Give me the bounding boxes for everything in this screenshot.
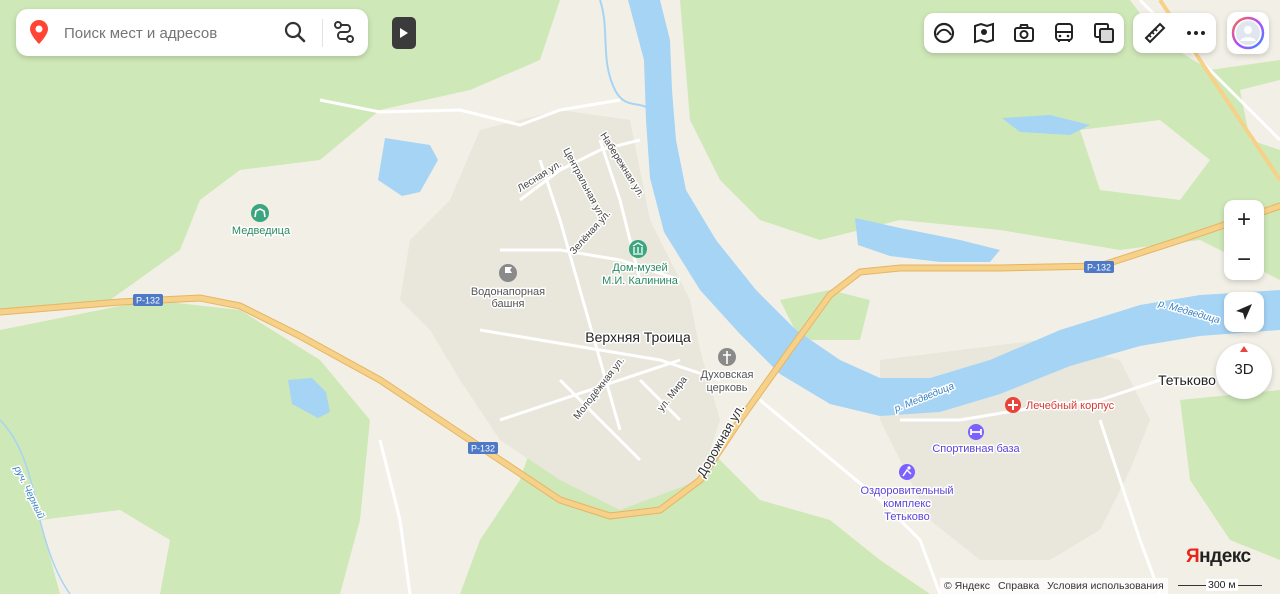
- poi-label-line2: комплекс: [883, 498, 931, 510]
- scale-bar: 300 м: [1178, 578, 1268, 594]
- poi-label-line1: Дом-музей: [612, 262, 667, 274]
- poi-label-line1: Духовская: [700, 369, 753, 381]
- search-icon[interactable]: [284, 21, 306, 43]
- tools-toolbar: [1133, 13, 1216, 53]
- layer-toolbar: [924, 13, 1124, 53]
- svg-text:Р-132: Р-132: [471, 444, 495, 454]
- swimmer-icon: [899, 464, 915, 480]
- map-footer: © Яндекс Справка Условия использования: [940, 578, 1168, 594]
- layers-icon[interactable]: [1092, 21, 1116, 45]
- locate-me-button[interactable]: [1224, 292, 1264, 332]
- avatar[interactable]: [1227, 12, 1269, 54]
- plus-icon: +: [1236, 206, 1251, 233]
- search-divider: [322, 19, 323, 47]
- view-3d-label: 3D: [1234, 361, 1254, 378]
- zoom-in-button[interactable]: +: [1224, 200, 1264, 240]
- camera-icon[interactable]: [1012, 21, 1036, 45]
- user-avatar-icon: [1231, 16, 1265, 50]
- scale-value: 300 м: [1206, 579, 1238, 591]
- road-shield: Р-132: [1084, 261, 1114, 273]
- zoom-out-button[interactable]: −: [1224, 240, 1264, 280]
- yandex-logo: Яндекс: [1186, 546, 1251, 567]
- search-input[interactable]: [62, 21, 266, 45]
- panorama-icon[interactable]: [932, 21, 956, 45]
- horse-icon: [251, 204, 269, 222]
- help-link[interactable]: Справка: [998, 580, 1039, 592]
- poi-label-line2: М.И. Калинина: [602, 275, 679, 287]
- terms-link[interactable]: Условия использования: [1047, 580, 1164, 592]
- poi-label-line2: башня: [491, 298, 524, 310]
- search-box[interactable]: [16, 9, 368, 56]
- poi-label-line1: Оздоровительный: [860, 485, 953, 497]
- navigation-arrow-icon: [1236, 304, 1252, 320]
- map-canvas[interactable]: Р-132 Р-132 Р-132 Лесная ул. Центральная…: [0, 0, 1280, 594]
- poi-label: Спортивная база: [932, 443, 1020, 455]
- map-pin-icon: [30, 20, 48, 44]
- more-icon[interactable]: [1184, 21, 1208, 45]
- road-shield: Р-132: [133, 294, 163, 306]
- poi-label: Лечебный корпус: [1026, 400, 1115, 412]
- poi-label-line2: церковь: [706, 382, 747, 394]
- ruler-icon[interactable]: [1143, 21, 1167, 45]
- poi-label-line1: Водонапорная: [471, 286, 545, 298]
- svg-text:Р-132: Р-132: [1087, 263, 1111, 273]
- transit-icon[interactable]: [1052, 21, 1076, 45]
- map-guide-icon[interactable]: [972, 21, 996, 45]
- village-label-tetkovo[interactable]: Тетьково: [1157, 371, 1218, 390]
- compass-3d-button[interactable]: 3D: [1216, 343, 1272, 399]
- minus-icon: −: [1236, 246, 1251, 273]
- zoom-control: + −: [1224, 200, 1264, 280]
- copyright[interactable]: © Яндекс: [944, 580, 990, 592]
- road-shield: Р-132: [468, 442, 498, 454]
- compass-north-icon: [1240, 346, 1248, 352]
- poi-label-line3: Тетьково: [884, 511, 930, 523]
- route-icon[interactable]: [333, 20, 355, 44]
- svg-text:Р-132: Р-132: [136, 296, 160, 306]
- play-button[interactable]: [392, 17, 416, 49]
- poi-label: Медведица: [232, 225, 291, 237]
- play-icon: [400, 28, 408, 38]
- town-label[interactable]: Верхняя Троица: [584, 328, 693, 347]
